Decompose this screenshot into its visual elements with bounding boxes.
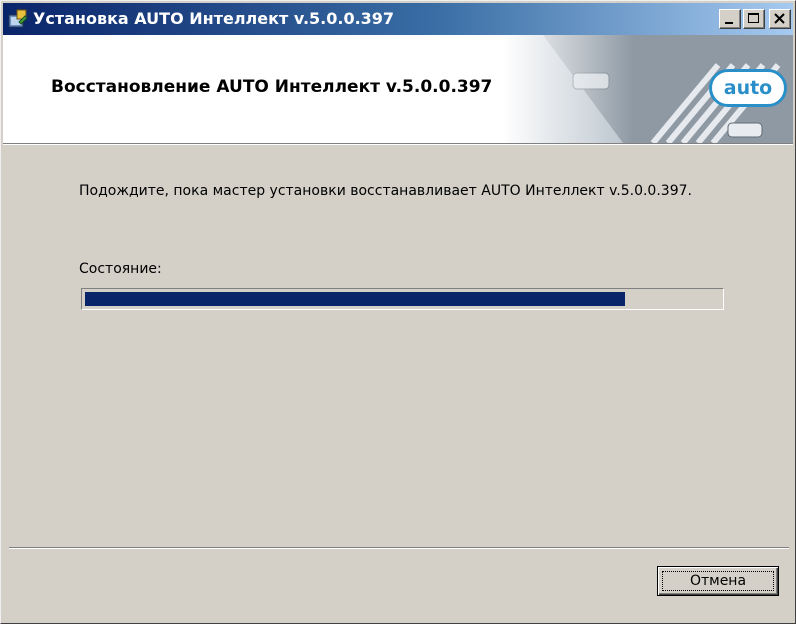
close-button[interactable] xyxy=(769,9,791,29)
status-label: Состояние: xyxy=(79,261,162,277)
minimize-icon xyxy=(725,22,733,24)
wizard-header: Восстановление AUTO Интеллект v.5.0.0.39… xyxy=(3,35,793,143)
header-divider-highlight xyxy=(3,144,793,145)
cancel-button[interactable]: Отмена xyxy=(657,566,779,596)
maximize-icon xyxy=(748,13,759,23)
installer-icon xyxy=(7,8,29,30)
maximize-button[interactable] xyxy=(743,9,765,29)
logo-text: auto xyxy=(723,77,773,99)
installer-window: Установка AUTO Интеллект v.5.0.0.397 Вос… xyxy=(0,0,796,624)
minimize-button[interactable] xyxy=(719,9,741,29)
progress-fill xyxy=(85,292,625,306)
page-title: Восстановление AUTO Интеллект v.5.0.0.39… xyxy=(51,77,493,97)
footer-divider-highlight xyxy=(9,548,789,549)
cancel-button-label: Отмена xyxy=(689,573,747,589)
auto-logo: auto xyxy=(709,69,787,107)
close-icon xyxy=(774,13,785,24)
window-title: Установка AUTO Интеллект v.5.0.0.397 xyxy=(33,9,395,28)
title-bar[interactable]: Установка AUTO Интеллект v.5.0.0.397 xyxy=(3,3,793,35)
progress-bar xyxy=(81,288,724,310)
wait-message: Подождите, пока мастер установки восстан… xyxy=(79,183,692,199)
